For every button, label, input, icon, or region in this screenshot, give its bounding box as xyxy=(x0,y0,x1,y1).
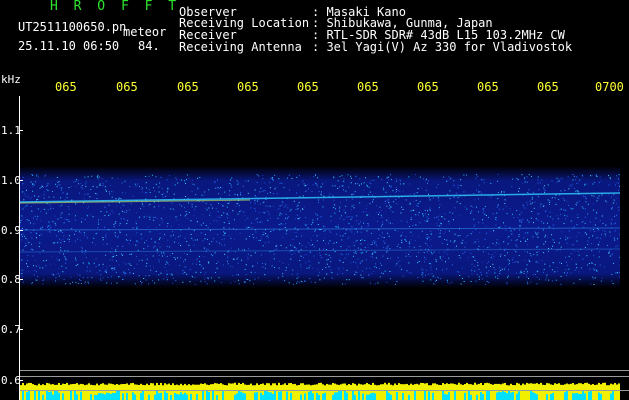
filename: UT2511100650.pn xyxy=(18,20,127,34)
x-tick: 065 xyxy=(417,81,439,93)
reference-line xyxy=(20,390,629,391)
antenna-value: : 3el Yagi(V) Az 330 for Vladivostok xyxy=(312,40,573,54)
reference-line xyxy=(20,376,629,377)
x-tick: 065 xyxy=(55,81,77,93)
y-axis-line xyxy=(19,96,20,400)
y-unit-label: kHz xyxy=(1,73,21,86)
y-tick-0.7: 0.7 xyxy=(1,323,21,336)
y-tick-mark xyxy=(19,230,23,231)
y-tick-mark xyxy=(19,329,23,330)
x-tick: 065 xyxy=(237,81,259,93)
noise-band xyxy=(20,166,620,288)
y-tick-mark xyxy=(19,130,23,131)
y-tick-mark xyxy=(19,180,23,181)
x-tick: 065 xyxy=(477,81,499,93)
y-tick-mark xyxy=(19,380,23,381)
y-tick-1.0: 1.0 xyxy=(1,174,21,187)
x-tick: 065 xyxy=(177,81,199,93)
x-tick: 065 xyxy=(357,81,379,93)
antenna-label: Receiving Antenna xyxy=(179,40,302,54)
hrofft-brand: H R O F F T xyxy=(50,0,181,14)
y-tick-0.6: 0.6 xyxy=(1,374,21,387)
filename-suffix: meteor xyxy=(123,25,167,39)
y-tick-0.8: 0.8 xyxy=(1,273,21,286)
x-tick: 065 xyxy=(537,81,559,93)
y-tick-0.9: 0.9 xyxy=(1,224,21,237)
y-tick-1.1: 1.1 xyxy=(1,124,21,137)
date-time: 25.11.10 06:50 xyxy=(18,39,120,53)
x-tick-last: 0700 xyxy=(595,80,624,94)
y-tick-mark xyxy=(19,279,23,280)
x-tick: 065 xyxy=(116,81,138,93)
meteor-count: 84. xyxy=(138,39,160,53)
x-tick: 065 xyxy=(297,81,319,93)
reference-line xyxy=(20,370,629,371)
spectrogram xyxy=(20,166,620,400)
level-strip xyxy=(20,382,620,400)
